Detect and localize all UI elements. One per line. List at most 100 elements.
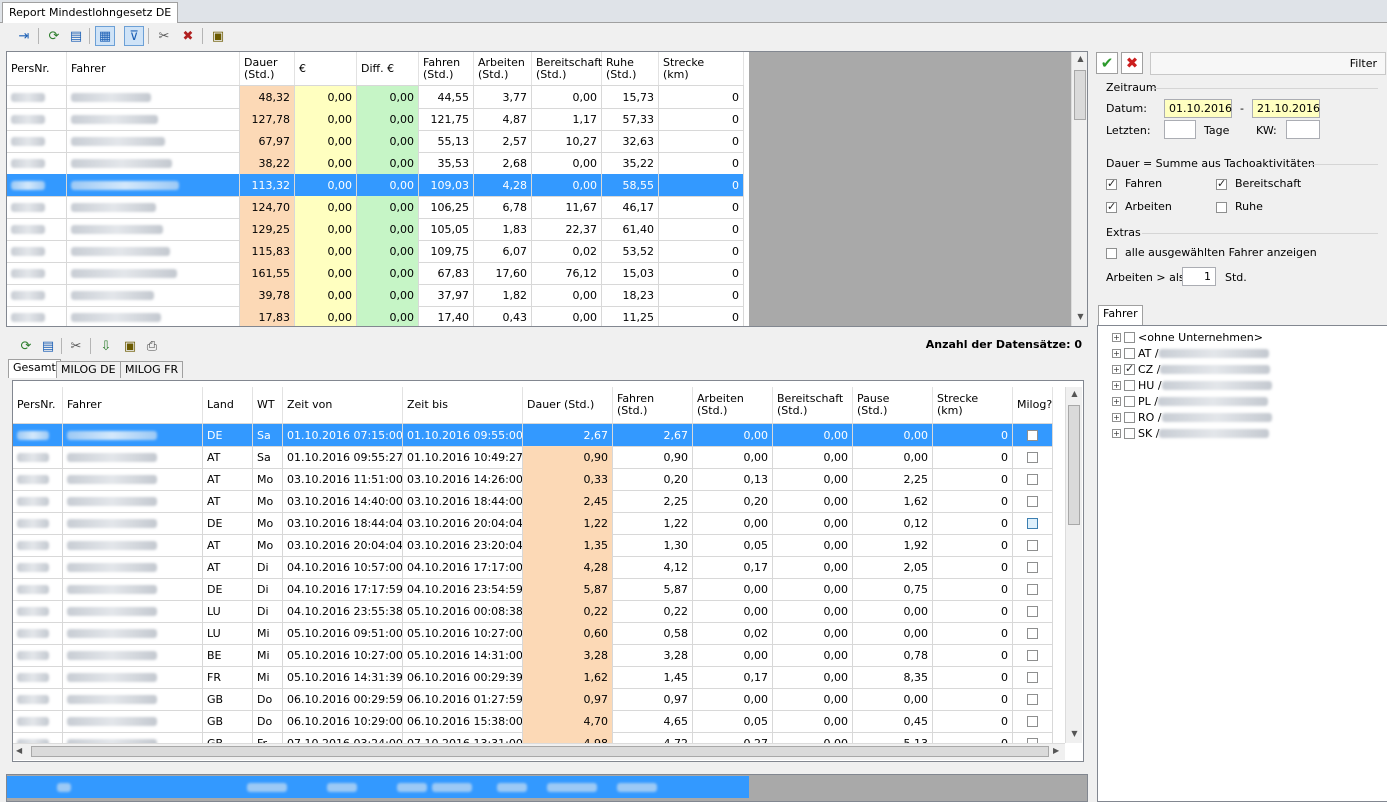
delete-icon[interactable]: ✖ <box>178 26 198 46</box>
column-header[interactable]: Strecke (km) <box>659 52 744 85</box>
scroll-up-icon[interactable]: ▲ <box>1072 54 1087 63</box>
trip-detail-grid[interactable]: PersNr. Fahrer Land WT Zeit von Zeit bis Dauer… <box>12 380 1084 762</box>
table-row[interactable]: 48,32 0,00 0,00 44,55 3,77 0,00 15,73 0 <box>7 86 744 109</box>
milog-checkbox[interactable] <box>1027 495 1038 507</box>
milog-checkbox[interactable] <box>1027 649 1038 661</box>
cancel-filter-button[interactable]: ✖ <box>1121 52 1143 74</box>
column-header[interactable]: Pause (Std.) <box>853 387 933 423</box>
milog-cell[interactable] <box>1013 534 1053 556</box>
arbeiten-gt-input[interactable]: 1 <box>1182 267 1216 286</box>
tree-checkbox[interactable] <box>1124 331 1135 343</box>
expand-icon[interactable]: + <box>1112 348 1121 358</box>
tab-milog-fr[interactable]: MILOG FR <box>120 361 184 378</box>
document-icon[interactable]: ▤ <box>38 336 58 356</box>
refresh-icon[interactable]: ⟳ <box>16 336 36 356</box>
column-header[interactable]: Dauer (Std.) <box>240 52 295 85</box>
tree-node[interactable]: + PL / <box>1112 393 1268 409</box>
table-row[interactable]: 127,78 0,00 0,00 121,75 4,87 1,17 57,33 0 <box>7 108 744 131</box>
document-tab[interactable]: Report Mindestlohngesetz DE <box>2 2 179 23</box>
milog-cell[interactable] <box>1013 710 1053 732</box>
milog-cell[interactable] <box>1013 578 1053 600</box>
tree-checkbox[interactable] <box>1124 411 1135 423</box>
tab-fahrer[interactable]: Fahrer <box>1098 305 1143 325</box>
expand-icon[interactable]: + <box>1112 364 1121 374</box>
kw-input[interactable] <box>1286 120 1320 139</box>
tree-checkbox[interactable] <box>1124 362 1135 375</box>
table-row[interactable]: FR Mi 05.10.2016 14:31:39 06.10.2016 00:29:… <box>13 666 1053 689</box>
table-row[interactable]: AT Mo 03.10.2016 14:40:00 03.10.2016 18:44:… <box>13 490 1053 513</box>
column-header[interactable]: Bereitschaft (Std.) <box>532 52 602 85</box>
tree-node[interactable]: + CZ / <box>1112 361 1271 377</box>
milog-cell[interactable] <box>1013 512 1053 534</box>
table-row[interactable]: GB Do 06.10.2016 10:29:00 06.10.2016 15:38:… <box>13 710 1053 733</box>
table-row[interactable]: 115,83 0,00 0,00 109,75 6,07 0,02 53,52 0 <box>7 240 744 263</box>
milog-checkbox[interactable] <box>1027 627 1038 639</box>
milog-checkbox[interactable] <box>1027 451 1038 463</box>
column-header[interactable]: Fahren (Std.) <box>613 387 693 423</box>
milog-checkbox[interactable] <box>1027 671 1038 683</box>
expand-icon[interactable]: + <box>1112 428 1121 438</box>
column-header[interactable]: Ruhe (Std.) <box>602 52 659 85</box>
milog-cell[interactable] <box>1013 468 1053 490</box>
refresh-icon[interactable]: ⟳ <box>44 26 64 46</box>
column-header[interactable]: Bereitschaft (Std.) <box>773 387 853 423</box>
scroll-thumb[interactable] <box>1074 70 1086 120</box>
apply-filter-button[interactable]: ✔ <box>1096 52 1118 74</box>
column-header[interactable]: WT <box>253 387 283 423</box>
table-row[interactable]: DE Mo 03.10.2016 18:44:04 03.10.2016 20:04:… <box>13 512 1053 535</box>
milog-checkbox[interactable] <box>1027 473 1038 485</box>
table-view-icon[interactable]: ▦ <box>95 26 115 46</box>
column-header[interactable]: Arbeiten (Std.) <box>474 52 532 85</box>
milog-cell[interactable] <box>1013 688 1053 710</box>
driver-summary-grid[interactable]: PersNr. Fahrer Dauer (Std.) € Diff. € Fahren … <box>6 51 1088 327</box>
column-header[interactable]: Fahren (Std.) <box>419 52 474 85</box>
tree-node[interactable]: + RO / <box>1112 409 1272 425</box>
alle-fahrer-checkbox[interactable] <box>1106 246 1117 259</box>
table-row[interactable]: AT Mo 03.10.2016 11:51:00 03.10.2016 14:26:… <box>13 468 1053 491</box>
table-row[interactable]: DE Di 04.10.2016 17:17:59 04.10.2016 23:54:… <box>13 578 1053 601</box>
table-row[interactable]: AT Sa 01.10.2016 09:55:27 01.10.2016 10:49:… <box>13 446 1053 469</box>
column-header[interactable]: PersNr. <box>13 387 63 423</box>
expand-icon[interactable]: + <box>1112 396 1121 406</box>
milog-cell[interactable] <box>1013 644 1053 666</box>
summary-grid-scrollbar[interactable]: ▲ ▼ <box>1071 52 1087 326</box>
table-row[interactable]: 39,78 0,00 0,00 37,97 1,82 0,00 18,23 0 <box>7 284 744 307</box>
table-row[interactable]: BE Mi 05.10.2016 10:27:00 05.10.2016 14:31:… <box>13 644 1053 667</box>
tree-checkbox[interactable] <box>1124 395 1135 407</box>
letzten-tage-input[interactable] <box>1164 120 1196 139</box>
arbeiten-checkbox[interactable] <box>1106 200 1117 213</box>
scroll-down-icon[interactable]: ▼ <box>1072 312 1087 321</box>
driver-tree[interactable]: + <ohne Unternehmen> + AT / + CZ / + HU / + PL… <box>1097 325 1387 802</box>
column-header[interactable]: Dauer (Std.) <box>523 387 613 423</box>
table-row[interactable]: DE Sa 01.10.2016 07:15:00 01.10.2016 09:55:… <box>13 424 1053 447</box>
table-row[interactable]: 38,22 0,00 0,00 35,53 2,68 0,00 35,22 0 <box>7 152 744 175</box>
table-row[interactable]: LU Di 04.10.2016 23:55:38 05.10.2016 00:08:… <box>13 600 1053 623</box>
column-header[interactable]: Zeit bis <box>403 387 523 423</box>
tree-node[interactable]: + <ohne Unternehmen> <box>1112 329 1263 345</box>
detail-grid-scrollbar[interactable]: ▲ ▼ <box>1065 387 1082 743</box>
export-icon[interactable]: ⇩ <box>96 336 116 356</box>
milog-cell[interactable] <box>1013 666 1053 688</box>
milog-cell[interactable] <box>1013 556 1053 578</box>
table-row[interactable]: 17,83 0,00 0,00 17,40 0,43 0,00 11,25 0 <box>7 306 744 326</box>
table-row[interactable]: 113,32 0,00 0,00 109,03 4,28 0,00 58,55 0 <box>7 174 744 197</box>
tree-checkbox[interactable] <box>1124 379 1135 391</box>
exit-icon[interactable]: ⇥ <box>14 26 34 46</box>
tree-node[interactable]: + HU / <box>1112 377 1272 393</box>
milog-checkbox[interactable] <box>1027 539 1038 551</box>
hscroll-thumb[interactable] <box>31 746 1049 757</box>
column-header[interactable]: Land <box>203 387 253 423</box>
milog-cell[interactable] <box>1013 424 1053 446</box>
milog-checkbox[interactable] <box>1027 561 1038 573</box>
scroll-left-icon[interactable]: ◀ <box>16 746 22 755</box>
print-icon[interactable]: ⎙ <box>142 336 162 356</box>
table-row[interactable]: AT Di 04.10.2016 10:57:00 04.10.2016 17:17:… <box>13 556 1053 579</box>
detail-grid-hscrollbar[interactable]: ◀ ▶ <box>13 743 1065 760</box>
tools-icon[interactable]: ✂ <box>66 336 86 356</box>
expand-icon[interactable]: + <box>1112 332 1121 342</box>
filter-icon[interactable]: ⊽ <box>124 26 144 46</box>
date-from-input[interactable]: 01.10.2016 <box>1164 99 1232 118</box>
tree-node[interactable]: + AT / <box>1112 345 1269 361</box>
milog-cell[interactable] <box>1013 600 1053 622</box>
column-header[interactable]: Fahrer <box>67 52 240 85</box>
